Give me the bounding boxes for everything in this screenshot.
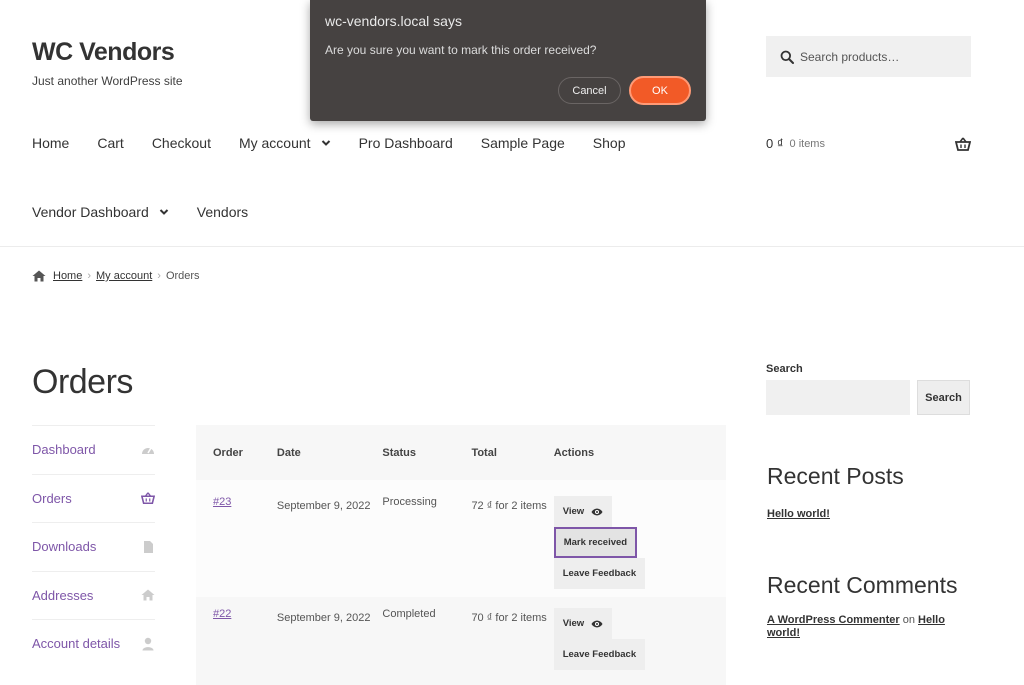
leave-feedback-button[interactable]: Leave Feedback: [553, 639, 646, 670]
breadcrumb-my-account[interactable]: My account: [96, 270, 152, 282]
user-icon: [142, 637, 154, 651]
table-row: #22 September 9, 2022 Completed 70 ₫ for…: [196, 597, 726, 685]
order-total: 70 ₫ for 2 items: [471, 612, 547, 624]
table-header: Order Date Status Total Actions: [196, 425, 726, 480]
view-order-button[interactable]: View: [553, 496, 613, 527]
view-order-button[interactable]: View: [553, 608, 613, 639]
recent-post-link[interactable]: Hello world!: [767, 508, 830, 520]
account-nav-account-details[interactable]: Account details: [32, 619, 155, 668]
recent-comment: A WordPress Commenter on Hello world!: [767, 614, 957, 640]
order-actions: View Leave Feedback: [553, 608, 726, 685]
order-status: Processing: [382, 496, 437, 508]
header-divider: [0, 246, 1024, 247]
leave-feedback-button[interactable]: Leave Feedback: [553, 558, 646, 589]
header-date: Date: [276, 446, 301, 459]
file-icon: [144, 540, 153, 553]
comment-author-link[interactable]: A WordPress Commenter: [767, 614, 900, 626]
orders-table: Order Date Status Total Actions #23 Sept…: [196, 425, 726, 685]
site-title[interactable]: WC Vendors: [32, 38, 175, 67]
mark-received-button[interactable]: Mark received: [553, 527, 638, 558]
account-navigation: Dashboard Orders Downloads Addresses Acc…: [32, 425, 155, 668]
breadcrumb-separator: ›: [157, 270, 161, 282]
breadcrumb-home[interactable]: Home: [53, 270, 82, 282]
nav-vendors[interactable]: Vendors: [197, 204, 248, 220]
home-icon: [141, 589, 155, 601]
confirm-dialog: wc-vendors.local says Are you sure you w…: [310, 0, 706, 121]
account-nav-label: Downloads: [32, 539, 97, 555]
nav-vendor-dashboard[interactable]: Vendor Dashboard: [32, 204, 169, 220]
page-title: Orders: [32, 363, 133, 401]
account-nav-addresses[interactable]: Addresses: [32, 570, 155, 620]
breadcrumb-separator: ›: [87, 270, 92, 282]
primary-nav-row2: Vendor Dashboard Vendors: [32, 204, 276, 220]
breadcrumb-current: Orders: [165, 270, 200, 282]
site-tagline: Just another WordPress site: [32, 74, 183, 88]
account-nav-dashboard[interactable]: Dashboard: [32, 425, 155, 474]
basket-icon: [955, 137, 971, 151]
chevron-down-icon[interactable]: [159, 207, 169, 217]
account-nav-downloads[interactable]: Downloads: [32, 522, 155, 571]
nav-cart[interactable]: Cart: [97, 135, 123, 151]
primary-nav: Home Cart Checkout My account Pro Dashbo…: [32, 135, 654, 151]
account-nav-label: Account details: [32, 636, 121, 652]
nav-checkout[interactable]: Checkout: [152, 135, 211, 151]
view-order-label: View: [562, 506, 585, 517]
chevron-down-icon[interactable]: [321, 138, 331, 148]
breadcrumb: Home › My account › Orders: [32, 270, 200, 282]
account-nav-label: Orders: [32, 490, 72, 506]
sidebar-search-button[interactable]: Search: [917, 380, 970, 415]
dialog-ok-button[interactable]: OK: [629, 76, 691, 105]
recent-comments-heading: Recent Comments: [767, 572, 958, 598]
account-nav-orders[interactable]: Orders: [32, 473, 155, 523]
basket-icon: [141, 492, 155, 505]
cart-item-count: 0 items: [789, 137, 825, 150]
nav-vendor-dashboard-label: Vendor Dashboard: [32, 204, 149, 220]
header-cart[interactable]: 0 ₫ 0 items: [766, 136, 971, 151]
dialog-origin: wc-vendors.local says: [325, 13, 462, 29]
view-order-label: View: [562, 618, 585, 629]
dialog-cancel-button[interactable]: Cancel: [558, 77, 621, 104]
nav-pro-dashboard[interactable]: Pro Dashboard: [359, 135, 453, 151]
gauge-icon: [142, 447, 154, 454]
nav-home[interactable]: Home: [32, 135, 69, 151]
eye-icon: [591, 620, 603, 627]
home-icon: [32, 270, 46, 282]
product-search[interactable]: [766, 36, 971, 77]
eye-icon: [591, 508, 603, 515]
header-status: Status: [382, 446, 417, 459]
table-row: #23 September 9, 2022 Processing 72 ₫ fo…: [196, 480, 726, 597]
header-order: Order: [213, 446, 243, 459]
header-total: Total: [471, 446, 497, 459]
comment-on-text: on: [902, 614, 915, 626]
header-actions: Actions: [553, 446, 595, 459]
nav-shop[interactable]: Shop: [593, 135, 626, 151]
product-search-input[interactable]: [800, 49, 960, 64]
order-date: September 9, 2022: [276, 500, 371, 512]
nav-sample-page[interactable]: Sample Page: [481, 135, 565, 151]
order-total: 72 ₫ for 2 items: [471, 500, 547, 512]
sidebar-search-label: Search: [766, 363, 803, 375]
nav-my-account-label: My account: [238, 135, 311, 151]
nav-my-account[interactable]: My account: [239, 135, 331, 151]
search-icon: [780, 50, 794, 64]
dialog-message: Are you sure you want to mark this order…: [325, 43, 597, 57]
account-nav-label: Addresses: [32, 587, 94, 603]
order-number-link[interactable]: #22: [213, 608, 231, 620]
sidebar-search-input[interactable]: [766, 380, 910, 415]
order-status: Completed: [382, 608, 436, 620]
account-nav-label: Dashboard: [32, 442, 96, 458]
recent-posts-heading: Recent Posts: [767, 463, 904, 489]
cart-amount: 0 ₫: [766, 136, 784, 151]
order-actions: View Mark received Leave Feedback: [553, 496, 726, 597]
order-number-link[interactable]: #23: [213, 496, 231, 508]
order-date: September 9, 2022: [276, 612, 371, 624]
